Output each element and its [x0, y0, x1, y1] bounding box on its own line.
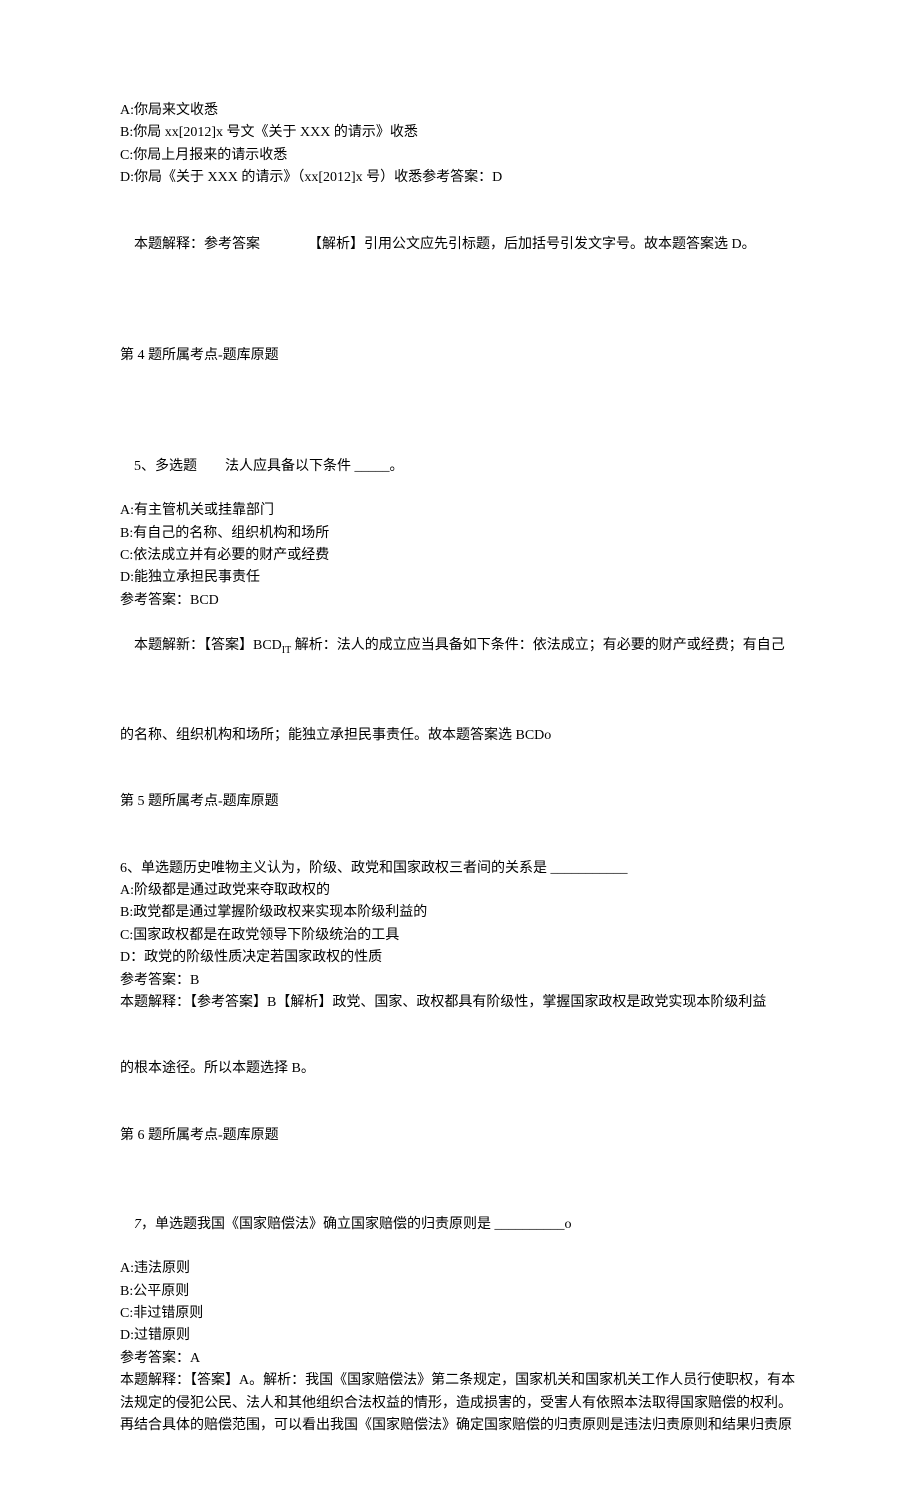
q6-option-a: A:阶级都是通过政党来夺取政权的	[120, 880, 800, 902]
q5-explanation-line1: 本题解新：【答案】BCDIT 解析：法人的成立应当具备如下条件：依法成立；有必要…	[120, 612, 800, 681]
q7-number: 7	[134, 1217, 141, 1232]
q7-explanation-line1: 本题解释：【答案】A。解析：我国《国家赔偿法》第二条规定，国家机关和国家机关工作…	[120, 1370, 800, 1392]
q4-option-b: B:你局 xx[2012]x 号文《关于 XXX 的请示》收悉	[120, 122, 800, 144]
q6-option-d: D：政党的阶级性质决定若国家政权的性质	[120, 947, 800, 969]
q6-explanation-line1: 本题解释：【参考答案】B【解析】政党、国家、政权都具有阶级性，掌握国家政权是政党…	[120, 992, 800, 1014]
document-page: A:你局来文收悉 B:你局 xx[2012]x 号文《关于 XXX 的请示》收悉…	[0, 0, 920, 1497]
q5-answer: 参考答案：BCD	[120, 590, 800, 612]
q5-explain-part-b: 解析：法人的成立应当具备如下条件：依法成立；有必要的财产或经费；有自己	[291, 638, 785, 653]
q7-explanation-line2: 法规定的侵犯公民、法人和其他组织合法权益的情形，造成损害的，受害人有依照本法取得…	[120, 1393, 800, 1415]
q7-option-b: B:公平原则	[120, 1281, 800, 1303]
q6-stem: 6、单选题历史唯物主义认为，阶级、政党和国家政权三者间的关系是 ________…	[120, 858, 800, 880]
q6-answer: 参考答案：B	[120, 970, 800, 992]
q7-option-a: A:违法原则	[120, 1258, 800, 1280]
q5-option-b: B:有自己的名称、组织机构和场所	[120, 523, 800, 545]
q5-stem-prefix: 5、多选题	[134, 459, 197, 474]
q6-explanation-line2: 的根本途径。所以本题选择 B。	[120, 1058, 800, 1080]
q5-option-d: D:能独立承担民事责任	[120, 567, 800, 589]
q6-topic: 第 6 题所属考点-题库原题	[120, 1125, 800, 1147]
q6-option-c: C:国家政权都是在政党领导下阶级统治的工具	[120, 925, 800, 947]
q4-explanation: 本题解释：参考答案 【解析】引用公文应先引标题，后加括号引发文字号。故本题答案选 …	[120, 212, 800, 279]
q7-option-d: D:过错原则	[120, 1325, 800, 1347]
q7-option-c: C:非过错原则	[120, 1303, 800, 1325]
q4-option-a: A:你局来文收悉	[120, 100, 800, 122]
q4-explain-body: 【解析】引用公文应先引标题，后加括号引发文字号。故本题答案选 D。	[308, 237, 756, 252]
q5-option-c: C:依法成立并有必要的财产或经费	[120, 545, 800, 567]
q7-explanation-line3: 再结合具体的赔偿范围，可以看出我国《国家赔偿法》确定国家赔偿的归责原则是违法归责…	[120, 1415, 800, 1437]
q4-option-d: D:你局《关于 XXX 的请示》（xx[2012]x 号）收悉参考答案：D	[120, 167, 800, 189]
q4-explain-label: 本题解释：参考答案	[134, 237, 260, 252]
q5-option-a: A:有主管机关或挂靠部门	[120, 500, 800, 522]
q6-option-b: B:政党都是通过掌握阶级政权来实现本阶级利益的	[120, 902, 800, 924]
q5-explain-subscript: IT	[282, 644, 291, 655]
q4-option-c: C:你局上月报来的请示收悉	[120, 145, 800, 167]
q7-answer: 参考答案：A	[120, 1348, 800, 1370]
q7-stem-body: 单选题我国《国家赔偿法》确立国家赔偿的归责原则是 __________o	[155, 1217, 572, 1232]
q5-stem: 5、多选题 法人应具备以下条件 _____。	[120, 433, 800, 500]
q4-topic: 第 4 题所属考点-题库原题	[120, 345, 800, 367]
q5-explanation-line2: 的名称、组织机构和场所；能独立承担民事责任。故本题答案选 BCDo	[120, 725, 800, 747]
q5-stem-body: 法人应具备以下条件 _____。	[225, 459, 404, 474]
q5-topic: 第 5 题所属考点-题库原题	[120, 791, 800, 813]
q5-explain-part-a: 本题解新：【答案】BCD	[134, 638, 282, 653]
q7-stem: 7，单选题我国《国家赔偿法》确立国家赔偿的归责原则是 __________o	[120, 1191, 800, 1258]
